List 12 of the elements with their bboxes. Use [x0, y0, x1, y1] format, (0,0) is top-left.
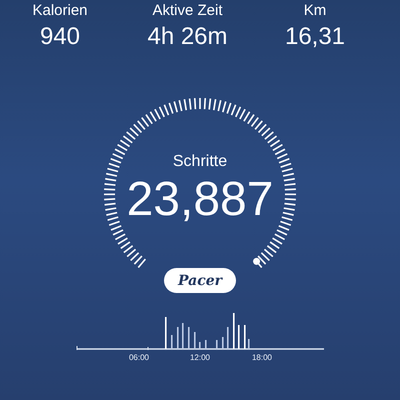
- stat-label: Km: [304, 2, 326, 20]
- step-count: 23,887: [126, 172, 274, 228]
- stat-value: 940: [40, 22, 80, 52]
- brand-button[interactable]: Pacer: [164, 268, 236, 293]
- time-label: 06:00: [128, 353, 150, 362]
- gauge-label: Schritte: [172, 152, 228, 172]
- time-label: 18:00: [250, 353, 274, 362]
- time-label: 12:00: [188, 353, 212, 362]
- stat-label: Aktive Zeit: [152, 2, 223, 20]
- stat-label: Kalorien: [32, 2, 88, 20]
- stat-value: 4h 26m: [147, 22, 228, 52]
- stat-value: 16,31: [284, 22, 346, 52]
